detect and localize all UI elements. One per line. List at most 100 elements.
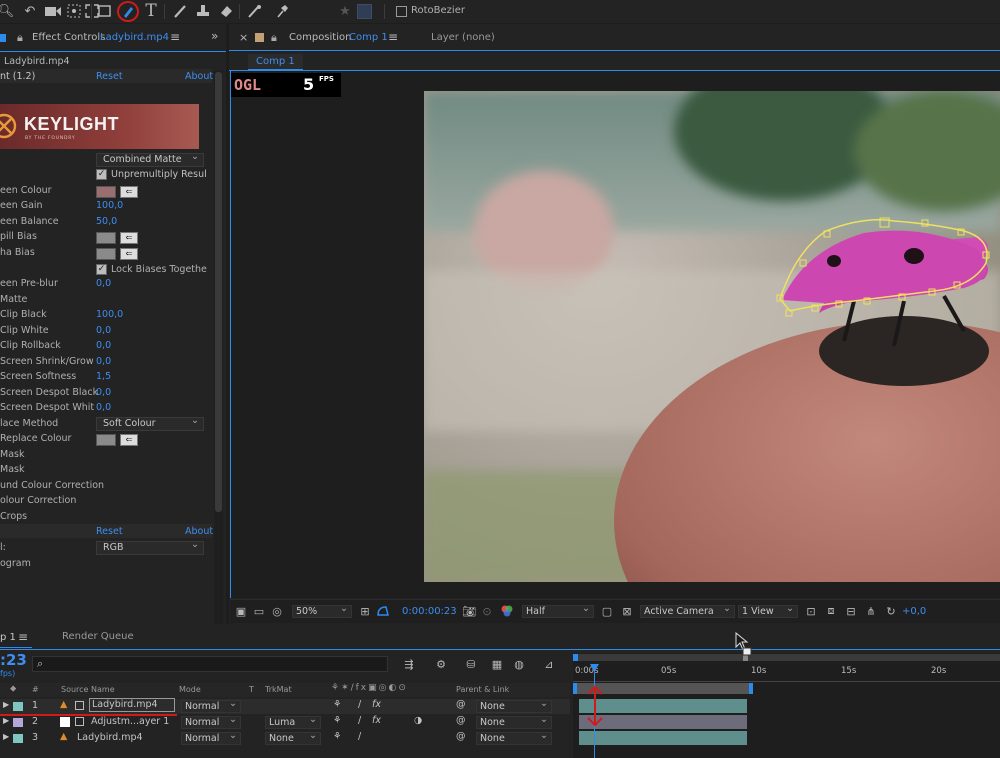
histogram-label[interactable]: ogram <box>0 558 31 569</box>
parent-pickwhip-icon[interactable]: @ <box>456 731 466 742</box>
expand-arrow-icon[interactable]: ▶ <box>3 716 9 725</box>
screen-colour-swatch[interactable] <box>96 186 116 198</box>
effect-controls-file[interactable]: Ladybird.mp4 <box>100 32 169 43</box>
layer-tab[interactable]: Layer (none) <box>431 32 495 43</box>
timeline-search-input[interactable]: ⌕ <box>32 656 388 672</box>
exposure-value[interactable]: +0,0 <box>902 606 926 617</box>
fill-swatch[interactable] <box>357 4 372 19</box>
unpremultiply-checkbox[interactable]: ✓ <box>96 169 107 180</box>
layer-name-field[interactable]: Adjustm...ayer 1 <box>91 716 169 727</box>
snapshot-icon[interactable]: 📷︎ <box>462 604 476 618</box>
label-color[interactable] <box>13 718 23 727</box>
param-value[interactable]: 0,0 <box>96 278 111 289</box>
about-link-2[interactable]: About <box>185 526 213 537</box>
effect-name[interactable]: nt (1.2) <box>0 71 35 82</box>
param-value[interactable]: 0,0 <box>96 356 111 367</box>
param-value[interactable]: 1,5 <box>96 371 111 382</box>
col-mode[interactable]: Mode <box>179 685 201 694</box>
time-ruler[interactable]: 0:00s 05s 10s 15s 20s <box>573 664 1000 682</box>
lock-icon[interactable]: 🔒︎ <box>17 31 23 45</box>
expand-panel-icon[interactable]: » <box>211 29 218 43</box>
param-value[interactable]: 50,0 <box>96 216 117 227</box>
roto-brush-icon[interactable] <box>246 3 264 19</box>
eyedropper-icon[interactable]: ⇐ <box>120 232 138 244</box>
panel-menu-icon[interactable]: ≡ <box>18 630 28 644</box>
lock-icon[interactable]: 🔒︎ <box>271 31 277 45</box>
rectangle-icon[interactable] <box>96 3 112 19</box>
label-color[interactable] <box>13 734 23 743</box>
col-source-name[interactable]: Source Name <box>61 685 115 694</box>
flowchart-icon[interactable]: ⋔ <box>864 604 878 618</box>
time-navigator[interactable] <box>573 654 1000 661</box>
replace-colour-swatch[interactable] <box>96 434 116 446</box>
col-parent[interactable]: Parent & Link <box>456 685 509 694</box>
param-screen-matte[interactable]: Matte <box>0 294 210 309</box>
layer-row-2[interactable]: ▶ 2 Adjustm...ayer 1 Normal Luma ⚘ / fx … <box>0 714 570 730</box>
eyedropper-icon[interactable]: ⇐ <box>120 434 138 446</box>
despill-bias-swatch[interactable] <box>96 232 116 244</box>
group-foreground-colour-correction[interactable]: und Colour Correction <box>0 480 210 495</box>
shy-layers-icon[interactable]: ⛁ <box>462 657 480 671</box>
current-time[interactable]: 0:00:00:23 <box>402 606 457 617</box>
param-value[interactable]: 100,0 <box>96 200 123 211</box>
always-preview-icon[interactable]: ▣ <box>234 604 248 618</box>
blend-mode-dropdown[interactable]: Normal <box>181 714 241 729</box>
adjustment-layer-switch-icon[interactable]: ◑ <box>414 715 422 726</box>
magnify-icon[interactable]: 🔍︎ <box>0 3 14 19</box>
lock-biases-checkbox[interactable]: ✓ <box>96 264 107 275</box>
timeline-comp-tab[interactable]: p 1 ≡ <box>0 628 60 648</box>
type-icon[interactable]: T <box>143 1 159 21</box>
expand-arrow-icon[interactable]: ▶ <box>3 700 9 709</box>
show-snapshot-icon[interactable]: ⊙ <box>480 604 494 618</box>
param-value[interactable]: 0,0 <box>96 402 111 413</box>
parent-dropdown[interactable]: None <box>476 730 552 745</box>
parent-dropdown[interactable]: None <box>476 714 552 729</box>
trkmat-dropdown[interactable]: None <box>265 730 321 745</box>
blend-mode-dropdown[interactable]: Normal <box>181 698 241 713</box>
brush-icon[interactable] <box>172 3 188 19</box>
blend-mode-dropdown[interactable]: Normal <box>181 730 241 745</box>
reset-link[interactable]: Reset <box>96 71 123 82</box>
alpha-bias-swatch[interactable] <box>96 248 116 260</box>
toggle-pixel-aspect-icon[interactable]: ⊡ <box>804 604 818 618</box>
layer-row-3[interactable]: ▶ 3 ▲ Ladybird.mp4 Normal None ⚘ / @ Non… <box>0 730 570 746</box>
about-link[interactable]: About <box>185 71 213 82</box>
shy-switch-icon[interactable]: ⚘ <box>333 731 342 742</box>
label-column-icon[interactable]: ⬥ <box>10 684 16 694</box>
footage-frame[interactable] <box>424 91 1000 582</box>
safe-margins-icon[interactable]: ⊞ <box>358 604 372 618</box>
camera-icon[interactable] <box>44 3 62 19</box>
layer-name-field[interactable]: Ladybird.mp4 <box>77 732 143 743</box>
eyedropper-icon[interactable]: ⇐ <box>120 248 138 260</box>
transparency-grid-icon[interactable]: ⊠ <box>620 604 634 618</box>
param-value[interactable]: 0,0 <box>96 387 111 398</box>
comp-mini-flowchart-icon[interactable]: ⇶ <box>400 657 418 671</box>
timeline-icon[interactable]: ⊟ <box>844 604 858 618</box>
view-dropdown[interactable]: Combined Matte <box>96 151 204 167</box>
panel-menu-icon[interactable]: ≡ <box>170 30 180 44</box>
zoom-dropdown[interactable]: 50% <box>292 603 352 618</box>
rotobezier-checkbox[interactable] <box>396 6 407 17</box>
monitor-icon[interactable]: ▭ <box>252 604 266 618</box>
quality-switch-icon[interactable]: / <box>358 731 361 742</box>
eyedropper-icon[interactable]: ⇐ <box>120 186 138 198</box>
frame-blending-icon[interactable]: ▦ <box>488 657 506 671</box>
eraser-icon[interactable] <box>218 3 234 19</box>
view-layout-dropdown[interactable]: 1 View <box>738 603 798 618</box>
camera-dropdown[interactable]: Active Camera <box>640 603 735 618</box>
timeline-graph[interactable]: 0:00s 05s 10s 15s 20s <box>573 653 1000 758</box>
col-num[interactable]: # <box>32 685 39 694</box>
mask-visibility-icon[interactable] <box>376 604 390 618</box>
col-t[interactable]: T <box>249 685 254 694</box>
param-value[interactable]: 100,0 <box>96 309 123 320</box>
close-tab-icon[interactable]: × <box>239 31 248 44</box>
expand-arrow-icon[interactable]: ▶ <box>3 732 9 741</box>
pen-icon[interactable] <box>117 1 139 22</box>
panel-menu-icon[interactable]: ≡ <box>388 30 398 44</box>
quality-switch-icon[interactable]: / <box>358 699 361 710</box>
shy-switch-icon[interactable]: ⚘ <box>333 715 342 726</box>
layer-bar-3[interactable] <box>579 731 747 745</box>
draft-3d-icon[interactable]: ⚙ <box>432 657 450 671</box>
param-value[interactable]: 0,0 <box>96 340 111 351</box>
col-trkmat[interactable]: TrkMat <box>265 685 292 694</box>
